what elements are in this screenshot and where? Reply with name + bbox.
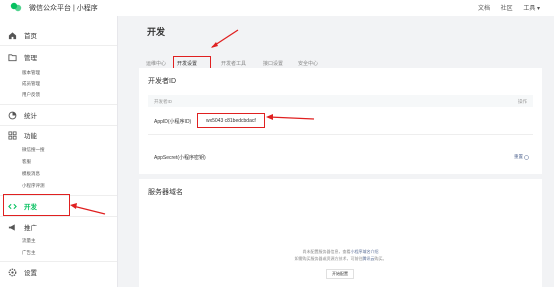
sidebar-item-features[interactable]: 功能 [8,130,37,140]
developer-id-title: 开发者ID [148,78,176,85]
col-header-action: 操作 [518,99,527,104]
sidebar: 首页 管理 版本管理 成员管理 用户反馈 统计 功能 微信搜一搜 客服 模板消息… [0,16,118,287]
sidebar-item-version-manage[interactable]: 版本管理 [22,70,40,76]
developer-id-card: 开发者ID 开发者ID 操作 AppID(小程序ID) wx5043 c81be… [139,68,542,174]
sidebar-item-manage[interactable]: 管理 [8,52,37,62]
megaphone-icon [8,223,15,231]
tab-dev-tools[interactable]: 开发者工具 [221,60,246,67]
col-header-id: 开发者ID [154,99,172,104]
server-domain-title: 服务器域名 [148,189,183,196]
sidebar-item-label: 功能 [24,133,37,140]
divider [148,134,533,135]
domain-intro-link[interactable]: 小程序域名介绍 [351,249,379,254]
tools-menu[interactable]: 工具 ▾ [523,6,540,12]
divider [0,104,117,105]
empty-hint-line2: 如需购买服务器或资源方技术，可前往腾讯云购买。 [139,256,542,262]
hint-text: 购买。 [374,256,387,261]
sidebar-item-label: 统计 [24,113,37,120]
gear-icon [8,268,17,276]
tab-ops-center[interactable]: 运维中心 [146,60,166,67]
sidebar-item-template-message[interactable]: 模板消息 [22,171,40,177]
divider [0,216,117,217]
arrow-to-tab [211,29,239,48]
sidebar-item-settings[interactable]: 设置 [8,267,37,277]
help-icon [524,154,529,160]
docs-link[interactable]: 文档 [478,6,490,12]
stats-icon [8,111,17,119]
sidebar-item-member-manage[interactable]: 成员管理 [22,81,40,87]
sidebar-item-label: 推广 [24,225,37,232]
empty-hint-line1: 尚未配置服务器信息，查看小程序域名介绍 [139,249,542,255]
hint-text: 如需购买服务器或资源方技术，可前往 [294,256,363,261]
platform-brand: 微信公众平台 | 小程序 [29,5,98,12]
sidebar-item-home[interactable]: 首页 [8,30,37,40]
sidebar-item-stats[interactable]: 统计 [8,110,37,120]
sidebar-item-customer-service[interactable]: 客服 [22,159,31,165]
sidebar-item-promote[interactable]: 推广 [8,222,37,232]
divider [0,261,117,262]
sidebar-item-label: 首页 [24,33,37,40]
sidebar-item-advertiser[interactable]: 广告主 [22,250,36,256]
annotation-box-dev [3,194,70,216]
start-config-button[interactable]: 开始配置 [326,269,354,279]
top-bar: 微信公众平台 | 小程序 文档 社区 工具 ▾ [0,0,554,16]
page-title: 开发 [147,27,166,37]
divider [0,125,117,126]
hint-text: 尚未配置服务器信息，查看 [302,249,351,254]
reset-label: 重置 [514,154,523,159]
divider [0,45,117,46]
sidebar-item-user-feedback[interactable]: 用户反馈 [22,92,40,98]
sidebar-item-label: 管理 [24,55,37,62]
grid-icon [8,130,17,140]
tencent-cloud-link[interactable]: 腾讯云 [363,256,375,261]
sidebar-item-wechat-search[interactable]: 微信搜一搜 [22,147,45,153]
tab-api-settings[interactable]: 接口设置 [263,60,283,67]
appsecret-label: AppSecret(小程序密钥) [154,155,206,161]
top-links: 文档 社区 工具 ▾ [469,3,540,12]
appid-label: AppID(小程序ID) [154,119,192,125]
sidebar-item-label: 设置 [24,270,37,277]
appid-value[interactable]: wx5043 c81bedcbdacf [206,118,256,124]
folder-icon [8,53,17,61]
sidebar-item-evaluation[interactable]: 小程序评测 [22,183,45,189]
sidebar-item-traffic-owner[interactable]: 流量主 [22,238,36,244]
community-link[interactable]: 社区 [501,6,513,12]
home-icon [8,31,17,39]
mini-program-logo-icon [10,2,22,12]
reset-link[interactable]: 重置 [514,154,529,160]
table-header: 开发者ID 操作 [148,95,533,107]
tab-security-center[interactable]: 安全中心 [298,60,318,67]
server-domain-card: 服务器域名 尚未配置服务器信息，查看小程序域名介绍 如需购买服务器或资源方技术，… [139,179,542,287]
